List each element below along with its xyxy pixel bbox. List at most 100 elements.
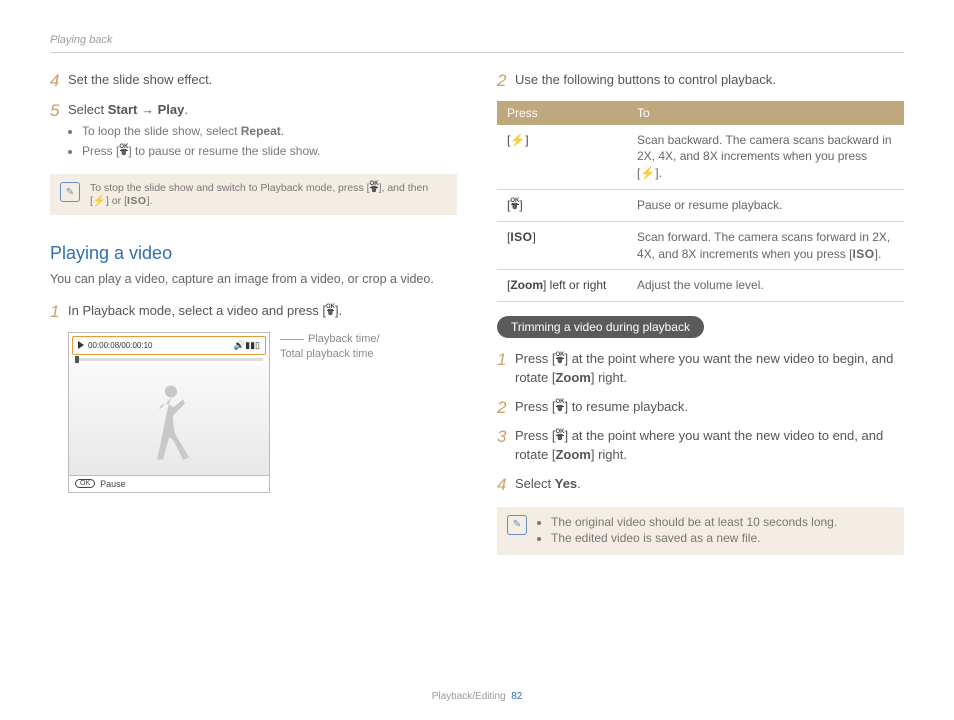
bullet-item: To loop the slide show, select Repeat. [82, 123, 457, 140]
bold-repeat: Repeat [241, 124, 281, 138]
step-number: 5 [50, 101, 68, 163]
trim-step-4: 4 Select Yes. [497, 475, 904, 495]
text: ] to pause or resume the slide show. [128, 144, 320, 158]
step-text: Select Yes. [515, 475, 904, 495]
text: ]. [875, 247, 882, 261]
note-icon: ✎ [60, 182, 80, 202]
table-row: [Zoom] left or right Adjust the volume l… [497, 270, 904, 302]
ok-trash-icon: OK🗑 [510, 199, 519, 211]
text: To stop the slide show and switch to Pla… [90, 182, 370, 194]
table-row: [OK🗑] Pause or resume playback. [497, 189, 904, 221]
text: Press [ [515, 428, 555, 443]
right-column: 2 Use the following buttons to control p… [497, 71, 904, 575]
cell-desc: Scan backward. The camera scans backward… [627, 125, 904, 190]
bullet-item: The edited video is saved as a new file. [551, 531, 837, 545]
table-row: [ISO] Scan forward. The camera scans for… [497, 221, 904, 270]
video-step-1: 1 In Playback mode, select a video and p… [50, 302, 457, 322]
step-text: Set the slide show effect. [68, 71, 457, 91]
step-4: 4 Set the slide show effect. [50, 71, 457, 91]
step-2: 2 Use the following buttons to control p… [497, 71, 904, 91]
step-text: Press [OK🗑] to resume playback. [515, 398, 904, 418]
text: . [281, 124, 284, 138]
ok-trash-icon: OK🗑 [119, 145, 128, 157]
cell-key: [OK🗑] [497, 189, 627, 221]
note-text: To stop the slide show and switch to Pla… [90, 182, 447, 207]
cell-key: [⚡] [497, 125, 627, 190]
bold-start: Start [108, 102, 138, 117]
video-canvas [69, 365, 269, 475]
note-icon: ✎ [507, 515, 527, 535]
flash-icon: ⚡ [510, 133, 525, 147]
step-number: 3 [497, 427, 515, 465]
left-column: 4 Set the slide show effect. 5 Select St… [50, 71, 457, 575]
text: Select [515, 476, 555, 491]
ok-pill: OK [75, 479, 95, 488]
text: ] or [ [106, 195, 127, 207]
volume-icon: 🔊▮▮▯ [234, 340, 260, 351]
ok-trash-icon: OK🗑 [370, 182, 379, 194]
dancer-silhouette [139, 379, 199, 469]
bold-play: Play [158, 102, 185, 117]
content-columns: 4 Set the slide show effect. 5 Select St… [50, 71, 904, 575]
subsection-heading: Trimming a video during playback [497, 316, 704, 338]
text: . [184, 102, 188, 117]
cell-key: [ISO] [497, 221, 627, 270]
bold-yes: Yes [555, 476, 577, 491]
controls-table: Press To [⚡] Scan backward. The camera s… [497, 101, 904, 303]
text: ]. [655, 166, 662, 180]
section-description: You can play a video, capture an image f… [50, 270, 457, 288]
text: . [577, 476, 581, 491]
note-text: The original video should be at least 10… [537, 515, 837, 547]
text: Press [ [515, 399, 555, 414]
page-footer: Playback/Editing 82 [0, 691, 954, 702]
iso-icon: ISO [510, 230, 532, 244]
bold-zoom: Zoom [510, 278, 543, 292]
ok-trash-icon: OK🗑 [326, 305, 335, 317]
text: Scan backward. The camera scans backward… [637, 133, 892, 181]
ok-trash-icon: OK🗑 [555, 400, 564, 412]
footer-category: Playback/Editing [432, 691, 506, 702]
ok-trash-icon: OK🗑 [555, 430, 564, 442]
th-to: To [627, 101, 904, 125]
bullet-item: The original video should be at least 10… [551, 515, 837, 529]
table-header-row: Press To [497, 101, 904, 125]
cell-desc: Scan forward. The camera scans forward i… [627, 221, 904, 270]
text: Press [ [82, 144, 119, 158]
progress-bar [75, 358, 263, 361]
text: ]. [335, 303, 342, 318]
pause-label: Pause [100, 479, 126, 489]
step-text: Press [OK🗑] at the point where you want … [515, 350, 904, 388]
arrow: → [137, 102, 157, 117]
text: ] [525, 133, 528, 147]
video-timebar: 00:00:08/00:00:10 🔊▮▮▯ [72, 336, 266, 355]
video-preview: 00:00:08/00:00:10 🔊▮▮▯ [68, 332, 270, 493]
step-number: 1 [50, 302, 68, 322]
bullet-list: The original video should be at least 10… [537, 515, 837, 545]
text: Press [ [515, 351, 555, 366]
callout-line [280, 339, 304, 340]
table-row: [⚡] Scan backward. The camera scans back… [497, 125, 904, 190]
step-number: 4 [50, 71, 68, 91]
th-press: Press [497, 101, 627, 125]
trim-step-3: 3 Press [OK🗑] at the point where you wan… [497, 427, 904, 465]
bold-zoom: Zoom [555, 370, 590, 385]
step-5: 5 Select Start → Play. To loop the slide… [50, 101, 457, 163]
step-number: 2 [497, 71, 515, 91]
play-icon [78, 341, 84, 349]
step-text: Use the following buttons to control pla… [515, 71, 904, 91]
section-title: Playing a video [50, 243, 457, 264]
bold-zoom: Zoom [555, 447, 590, 462]
video-figure: 00:00:08/00:00:10 🔊▮▮▯ [68, 332, 457, 493]
video-footer: OK Pause [69, 475, 269, 492]
trim-step-2: 2 Press [OK🗑] to resume playback. [497, 398, 904, 418]
text: ] [519, 198, 522, 212]
flash-icon: ⚡ [640, 166, 655, 180]
section-header: Playing back [50, 34, 904, 53]
iso-icon: ISO [852, 247, 874, 261]
text: ] to resume playback. [564, 399, 688, 414]
cell-desc: Adjust the volume level. [627, 270, 904, 302]
note-box: ✎ To stop the slide show and switch to P… [50, 174, 457, 215]
step-text: Select Start → Play. To loop the slide s… [68, 101, 457, 163]
video-time: 00:00:08/00:00:10 [88, 341, 153, 350]
text: ] right. [591, 447, 627, 462]
